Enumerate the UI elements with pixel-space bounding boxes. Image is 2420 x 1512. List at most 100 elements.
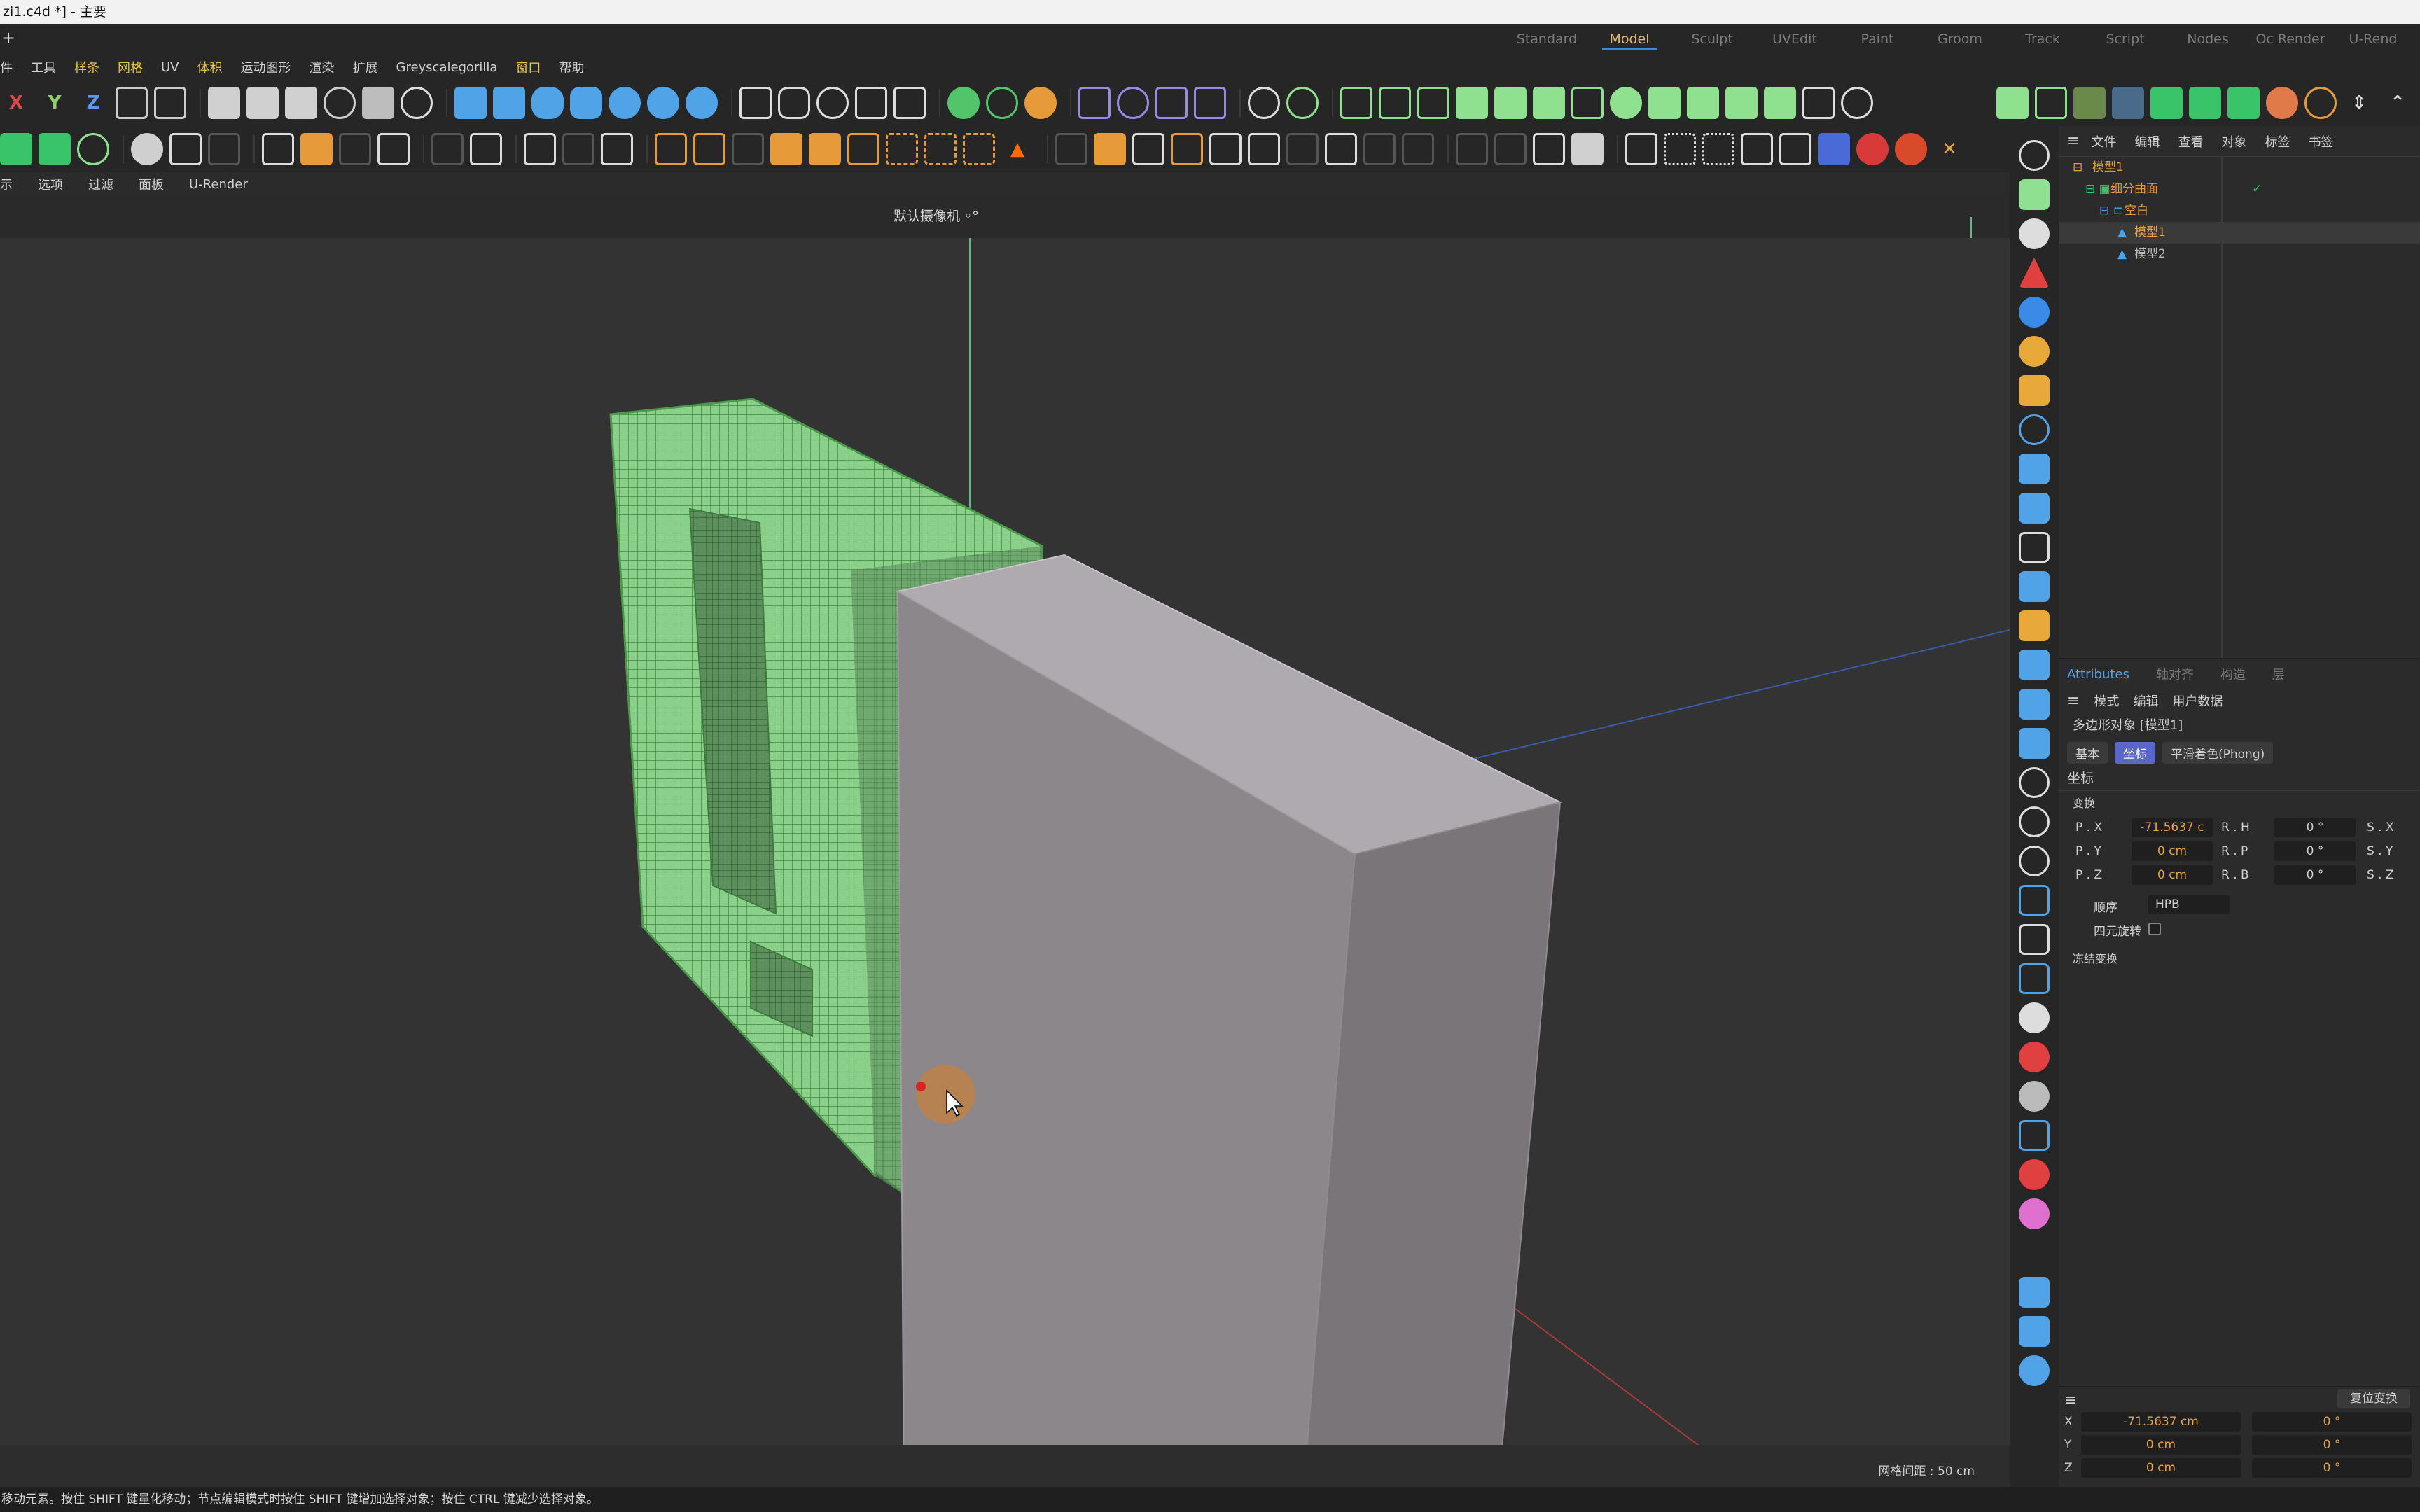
object-cube-icon[interactable] [2019, 179, 2050, 210]
extrude-icon[interactable] [1687, 87, 1719, 119]
deformer-bend-icon[interactable] [1078, 87, 1111, 119]
deformer-twist-icon[interactable] [1117, 87, 1149, 119]
rb-field[interactable]: 0 ° [2274, 865, 2356, 885]
circle-spline-icon[interactable] [816, 87, 849, 119]
view-menu-display[interactable]: 示 [0, 175, 13, 193]
boole-icon[interactable] [1764, 87, 1796, 119]
plugin-e-icon[interactable] [2227, 87, 2260, 119]
om-menu-tags[interactable]: 标签 [2265, 132, 2290, 150]
view-menu-u-render[interactable]: U-Render [189, 177, 248, 192]
basketball-icon[interactable] [2019, 336, 2050, 367]
gear-icon[interactable] [1248, 87, 1280, 119]
polygon-spline-icon[interactable] [778, 87, 810, 119]
menu-spline[interactable]: 样条 [74, 58, 99, 76]
stitch-icon[interactable] [1325, 133, 1357, 165]
align-normals-icon[interactable] [1625, 133, 1657, 165]
layout-tab-oc-render[interactable]: Oc Render [2249, 24, 2332, 55]
capsule-icon[interactable] [686, 87, 718, 119]
render-picture-viewer-icon[interactable] [246, 87, 279, 119]
points-icon[interactable] [1664, 133, 1696, 165]
hamburger-icon[interactable]: ≡ [2064, 1392, 2077, 1409]
rh-field[interactable]: 0 ° [2274, 818, 2356, 837]
sphere-gray-icon[interactable] [2019, 1002, 2050, 1033]
menu-mesh[interactable]: 网格 [118, 58, 143, 76]
brush-icon[interactable] [169, 133, 202, 165]
view-menu-options[interactable]: 选项 [38, 175, 63, 193]
measure-icon[interactable] [1741, 133, 1773, 165]
attr-menu-user-data[interactable]: 用户数据 [2172, 692, 2223, 710]
inner-extrude-icon[interactable] [693, 133, 725, 165]
y-axis-lock-button[interactable]: Y [39, 87, 71, 119]
frame-icon[interactable] [2019, 532, 2050, 563]
chevron-up-down-icon[interactable]: ⇕ [2343, 87, 2375, 119]
pen-blue-icon[interactable] [2019, 650, 2050, 680]
axis-icon[interactable] [377, 133, 410, 165]
menu-uv[interactable]: UV [161, 60, 179, 75]
contrast-icon[interactable] [1571, 133, 1604, 165]
object-row-model2[interactable]: ▲ 模型2 [2059, 244, 2420, 265]
loft-generator-icon[interactable] [1456, 87, 1488, 119]
view-menu-panel[interactable]: 面板 [139, 175, 164, 193]
extrude-tool-icon[interactable] [655, 133, 687, 165]
layout-tab-standard[interactable]: Standard [1505, 24, 1588, 55]
camera-render-icon[interactable] [362, 87, 394, 119]
pipe-icon[interactable] [2019, 454, 2050, 484]
mode-model-icon[interactable] [0, 133, 32, 165]
coord-z-position-field[interactable]: 0 cm [2081, 1458, 2241, 1478]
pie-icon[interactable] [2019, 414, 2050, 445]
view-sphere-icon[interactable] [2019, 140, 2050, 171]
snap-settings-icon[interactable] [339, 133, 371, 165]
effector-icon[interactable] [1024, 87, 1057, 119]
transform-mode-icon[interactable] [154, 87, 186, 119]
om-menu-bookmarks[interactable]: 书签 [2308, 132, 2333, 150]
transform-group-label[interactable]: 变换 [2059, 791, 2420, 816]
3d-viewport[interactable]: 默认摄像机 ◦︎° 网格间距: 50 cm [0, 196, 2010, 1487]
frozen-transform-group[interactable]: 冻结变换 [2059, 946, 2420, 972]
select-rect-icon[interactable] [770, 133, 802, 165]
shapes-icon[interactable] [2019, 218, 2050, 249]
plugin-a-icon[interactable] [2073, 87, 2106, 119]
tree-toggle-icon[interactable]: ⊟ [2073, 157, 2082, 178]
hexagon-icon[interactable] [601, 133, 633, 165]
sphere-red-icon[interactable] [2019, 1042, 2050, 1072]
target-icon[interactable] [2019, 1159, 2050, 1190]
object-row-null[interactable]: ⊟ ⊏ 空白 [2059, 200, 2420, 222]
plugin-cube-icon[interactable] [1996, 87, 2029, 119]
globe-render-icon[interactable] [324, 87, 356, 119]
plugin-g-icon[interactable] [2304, 87, 2337, 119]
layers-icon[interactable] [562, 133, 594, 165]
coord-x-rotation-field[interactable]: 0 ° [2252, 1412, 2412, 1432]
select-ring-icon[interactable] [924, 133, 957, 165]
object-row-subdivision[interactable]: ⊟ ▣ 细分曲面 ✓ [2059, 178, 2420, 200]
layout-tab-nodes[interactable]: Nodes [2167, 24, 2249, 55]
select-live-icon[interactable] [809, 133, 841, 165]
select-loop-icon[interactable] [886, 133, 918, 165]
text-spline-icon[interactable] [893, 87, 926, 119]
om-menu-object[interactable]: 对象 [2221, 132, 2246, 150]
py-field[interactable]: 0 cm [2132, 841, 2213, 861]
environment-icon[interactable] [1841, 87, 1873, 119]
attr-menu-mode[interactable]: 模式 [2094, 692, 2119, 710]
magnet-icon[interactable] [1402, 133, 1434, 165]
menu-volume[interactable]: 体积 [197, 58, 223, 76]
torus-icon[interactable] [647, 87, 679, 119]
bevel-tool-icon[interactable] [732, 133, 764, 165]
grid-points-icon[interactable] [1702, 133, 1734, 165]
sculpt-brush-icon[interactable] [1779, 133, 1811, 165]
workplane-icon[interactable] [262, 133, 294, 165]
collapse-icon[interactable]: ⌃ [2381, 87, 2414, 119]
extrude-generator-icon[interactable] [1379, 87, 1411, 119]
layout-tab-track[interactable]: Track [2001, 24, 2084, 55]
coord-z-rotation-field[interactable]: 0 ° [2252, 1458, 2412, 1478]
cut-icon[interactable] [431, 133, 464, 165]
object-row-model1[interactable]: ⊟ 模型1 [2059, 157, 2420, 178]
menu-mograph[interactable]: 运动图形 [241, 58, 291, 76]
menu-help[interactable]: 帮助 [559, 58, 584, 76]
coord-y-rotation-field[interactable]: 0 ° [2252, 1435, 2412, 1455]
om-menu-file[interactable]: 文件 [2091, 132, 2116, 150]
mode-grid-icon[interactable] [39, 133, 71, 165]
play-icon[interactable] [2019, 1355, 2050, 1386]
bridge-icon[interactable] [1132, 133, 1164, 165]
om-menu-edit[interactable]: 编辑 [2134, 132, 2160, 150]
magnifier-icon[interactable] [2019, 1120, 2050, 1151]
